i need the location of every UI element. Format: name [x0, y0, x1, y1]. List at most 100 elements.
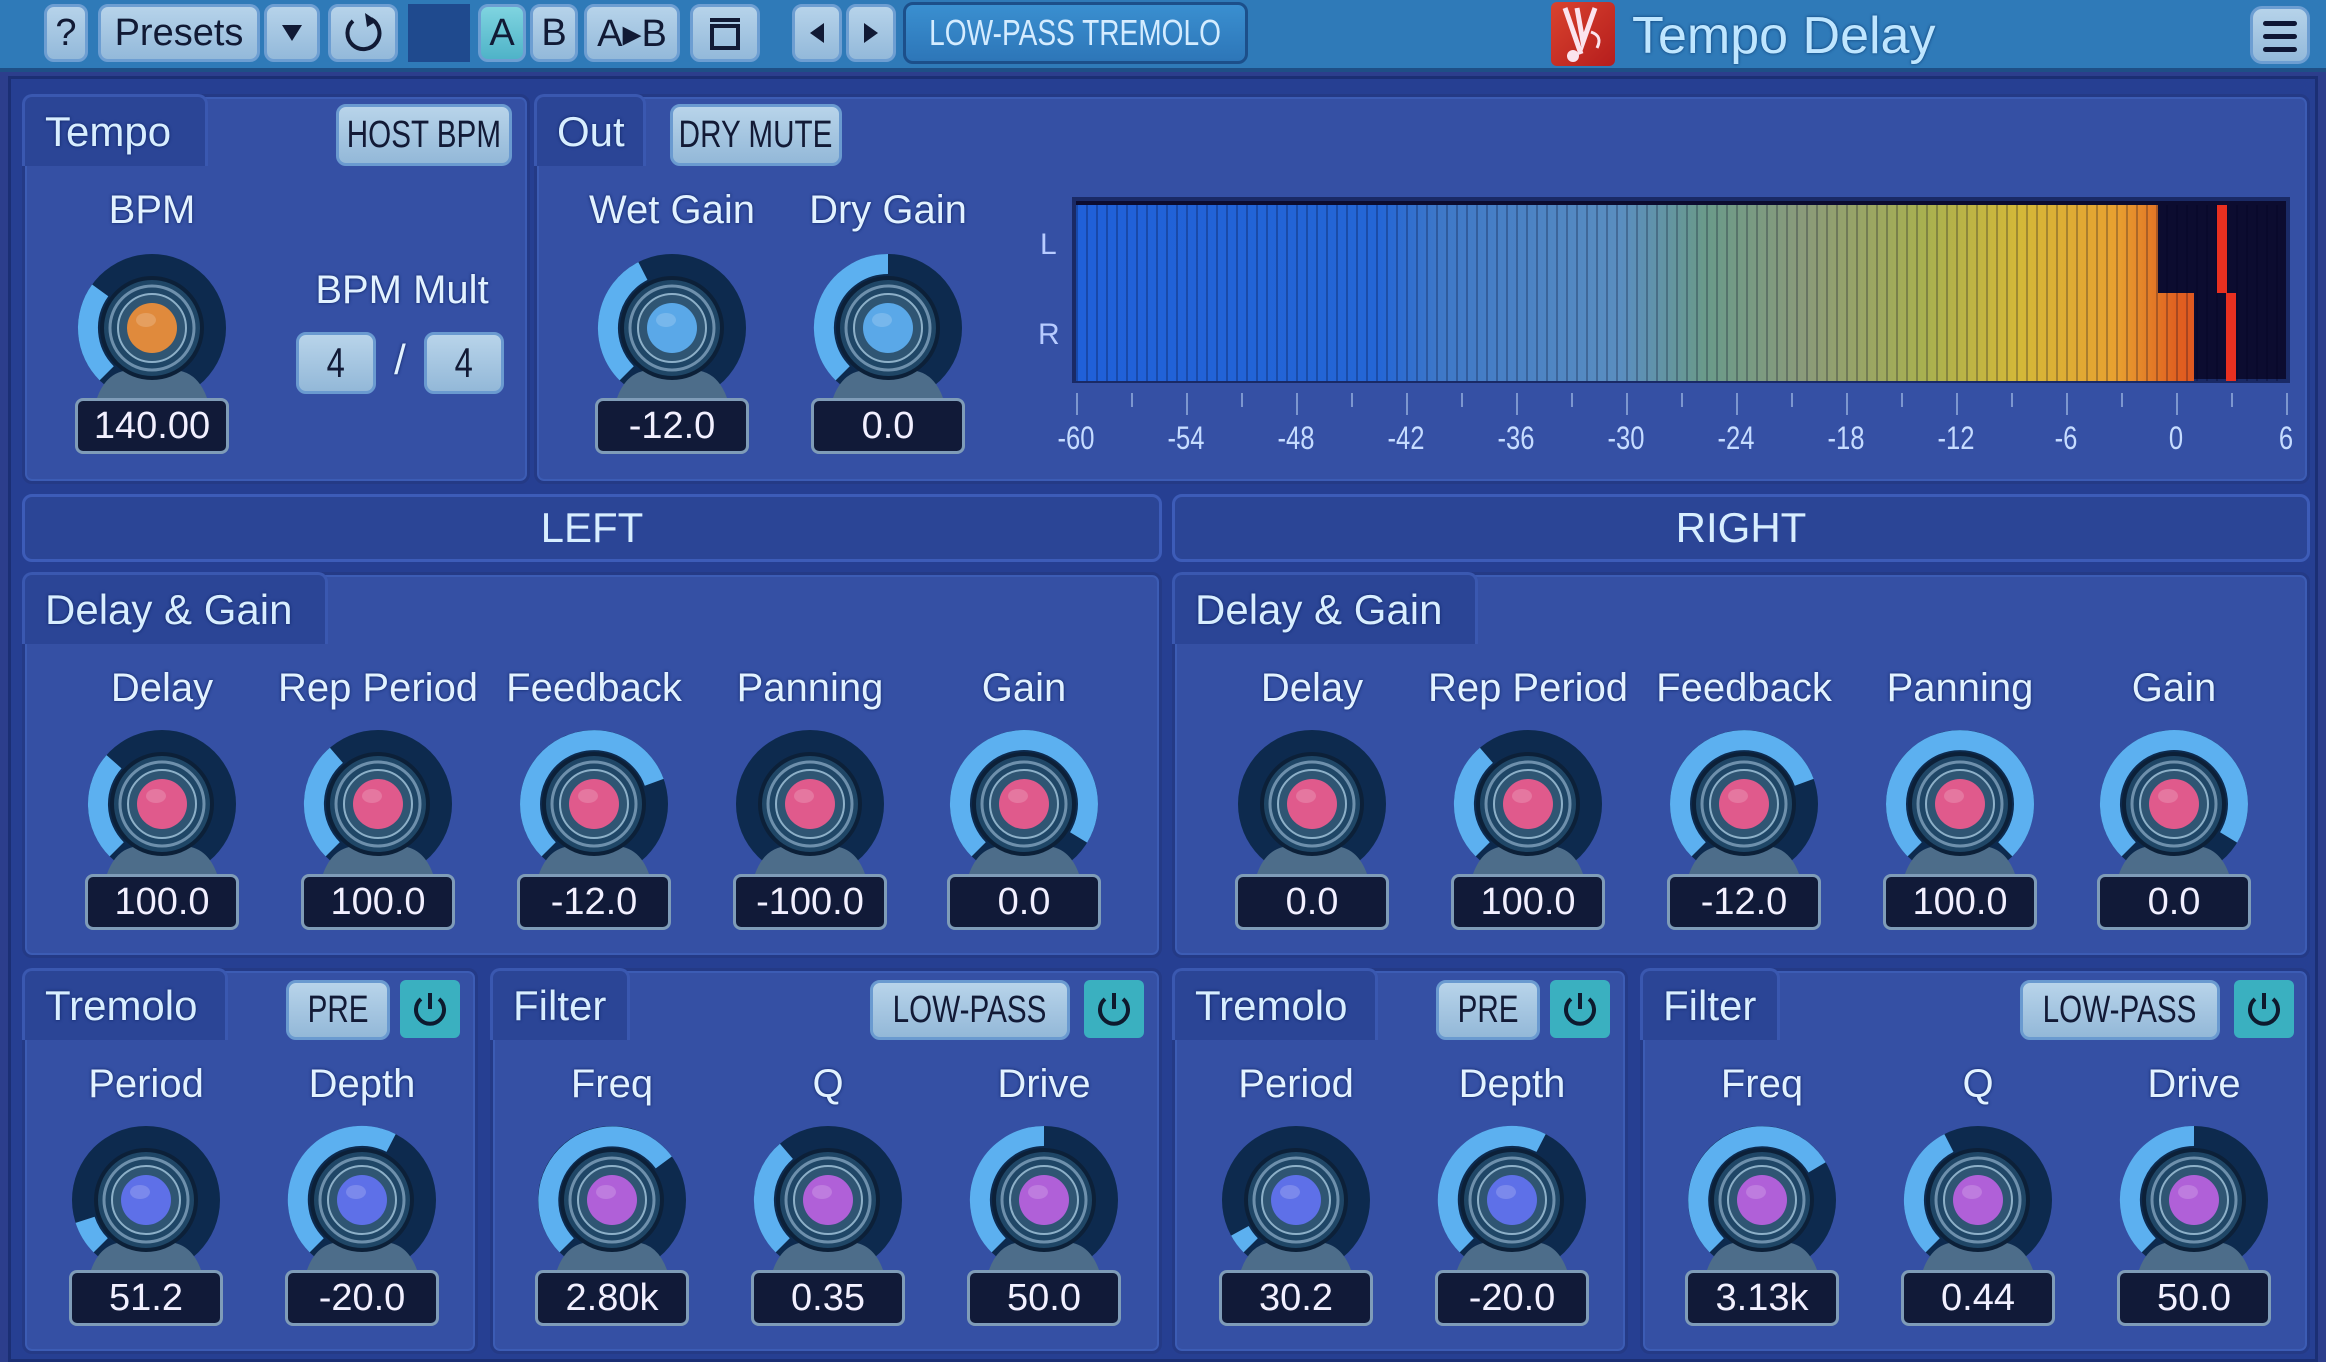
feedback-knob[interactable]: -12.0 [1649, 724, 1839, 934]
delay-gain-tab: Delay & Gain [1172, 572, 1478, 644]
rep-period-knob[interactable]: 100.0 [1433, 724, 1623, 934]
knob-value-display[interactable]: 50.0 [2117, 1270, 2271, 1326]
menu-button[interactable] [2250, 6, 2310, 64]
knob-highlight [1496, 1185, 1516, 1199]
tremolo-depth-knob[interactable]: -20.0 [267, 1120, 457, 1330]
filter-title: Filter [1663, 981, 1757, 1029]
help-label: ? [55, 11, 77, 54]
dry-mute-button[interactable]: DRY MUTE [670, 104, 842, 166]
previous-preset-button[interactable] [792, 4, 842, 62]
tremolo-period-knob[interactable]: 51.2 [51, 1120, 241, 1330]
dry-gain-knob[interactable]: 0.0 [793, 248, 983, 458]
knob-value-display[interactable]: 0.44 [1901, 1270, 2055, 1326]
knob-value-display[interactable]: 50.0 [967, 1270, 1121, 1326]
preset-a-button[interactable]: A [478, 4, 526, 62]
tremolo-power-button[interactable] [400, 980, 460, 1038]
dry-gain-label: Dry Gain [809, 188, 967, 232]
wet-gain-knob[interactable]: -12.0 [577, 248, 767, 458]
meter-minor-tick [2231, 393, 2233, 407]
filter-q-knob[interactable]: 0.35 [733, 1120, 923, 1330]
feedback-knob[interactable]: -12.0 [499, 724, 689, 934]
bpm-mult-numerator[interactable]: 4 [296, 332, 376, 394]
knob-value-display[interactable]: 0.0 [1235, 874, 1389, 930]
meter-fill-right [1076, 293, 2195, 381]
delay-knob[interactable]: 100.0 [67, 724, 257, 934]
knob-value-display[interactable]: 0.35 [751, 1270, 905, 1326]
knob-cap [137, 779, 187, 829]
knob-value-display[interactable]: 100.0 [85, 874, 239, 930]
knob-value-display[interactable]: -12.0 [595, 398, 749, 454]
filter-drive-knob[interactable]: 50.0 [949, 1120, 1139, 1330]
knob-value-display[interactable]: 0.0 [811, 398, 965, 454]
filter-q-knob[interactable]: 0.44 [1883, 1120, 2073, 1330]
filter-freq-knob[interactable]: 3.13k [1667, 1120, 1857, 1330]
meter-tick [1296, 393, 1298, 415]
tremolo-power-button[interactable] [1550, 980, 1610, 1038]
knob-value-display[interactable]: 0.0 [2097, 874, 2251, 930]
tremolo-mode-button[interactable]: PRE [1436, 980, 1540, 1040]
tremolo-depth-knob[interactable]: -20.0 [1417, 1120, 1607, 1330]
filter-power-button[interactable] [2234, 980, 2294, 1038]
bpm-mult-denominator[interactable]: 4 [424, 332, 504, 394]
tremolo-mode-button[interactable]: PRE [286, 980, 390, 1040]
meter-tick-label: -36 [1497, 420, 1535, 456]
host-bpm-button[interactable]: HOST BPM [336, 104, 512, 166]
presets-dropdown-button[interactable] [264, 4, 320, 62]
knob-value-display[interactable]: 51.2 [69, 1270, 223, 1326]
channel-header-right: RIGHT [1172, 494, 2310, 562]
panning-knob[interactable]: 100.0 [1865, 724, 2055, 934]
filter-drive-knob[interactable]: 50.0 [2099, 1120, 2289, 1330]
copy-a-to-b-button[interactable]: A▸B [584, 4, 680, 62]
meter-tick [1736, 393, 1738, 415]
knob-value-display[interactable]: 100.0 [301, 874, 455, 930]
preset-name-display[interactable]: LOW-PASS TREMOLO [903, 2, 1248, 64]
filter-freq-knob[interactable]: 2.80k [517, 1120, 707, 1330]
meter-peak-right [2226, 293, 2236, 381]
rep-period-knob[interactable]: 100.0 [283, 724, 473, 934]
tempo-tab: Tempo [22, 94, 208, 166]
meter-tick [1846, 393, 1848, 415]
gain-knob[interactable]: 0.0 [929, 724, 1119, 934]
presets-button[interactable]: Presets [98, 4, 260, 62]
meter-minor-tick [1571, 393, 1573, 407]
filter-type-button[interactable]: LOW-PASS [2020, 980, 2220, 1040]
knob-value-display[interactable]: -100.0 [733, 874, 887, 930]
knob-cap [121, 1175, 171, 1225]
knob-value-display[interactable]: -20.0 [285, 1270, 439, 1326]
meter-tick-label: -54 [1167, 420, 1205, 456]
gain-knob[interactable]: 0.0 [2079, 724, 2269, 934]
knob-cap [785, 779, 835, 829]
knob-cap [337, 1175, 387, 1225]
panning-knob[interactable]: -100.0 [715, 724, 905, 934]
filter-type-button[interactable]: LOW-PASS [870, 980, 1070, 1040]
power-icon [1098, 993, 1130, 1026]
knob-value-display[interactable]: 140.00 [75, 398, 229, 454]
knob-value-display[interactable]: 3.13k [1685, 1270, 1839, 1326]
knob-value-display[interactable]: 0.0 [947, 874, 1101, 930]
compare-button[interactable] [690, 4, 760, 62]
delay-label: Delay [1260, 666, 1364, 710]
knob-cap [569, 779, 619, 829]
next-preset-button[interactable] [846, 4, 896, 62]
toolbar-gap [768, 4, 792, 62]
knob-value-display[interactable]: 30.2 [1219, 1270, 1373, 1326]
preset-b-button[interactable]: B [530, 4, 578, 62]
knob-value-display[interactable]: -12.0 [1667, 874, 1821, 930]
bpm-mult-label: BPM Mult [315, 268, 489, 312]
knob-highlight [794, 789, 814, 803]
bpm-knob[interactable]: 140.00 [57, 248, 247, 458]
triangle-left-icon [810, 23, 824, 43]
filter-power-button[interactable] [1084, 980, 1144, 1038]
knob-cap [1019, 1175, 1069, 1225]
delay-knob[interactable]: 0.0 [1217, 724, 1407, 934]
knob-value-display[interactable]: -20.0 [1435, 1270, 1589, 1326]
knob-highlight [596, 1185, 616, 1199]
reset-button[interactable] [328, 4, 398, 62]
help-button[interactable]: ? [44, 4, 88, 62]
knob-value-display[interactable]: -12.0 [517, 874, 671, 930]
knob-value-display[interactable]: 100.0 [1451, 874, 1605, 930]
knob-value-display[interactable]: 100.0 [1883, 874, 2037, 930]
tremolo-period-knob[interactable]: 30.2 [1201, 1120, 1391, 1330]
knob-value-display[interactable]: 2.80k [535, 1270, 689, 1326]
channel-name: LEFT [540, 504, 644, 551]
